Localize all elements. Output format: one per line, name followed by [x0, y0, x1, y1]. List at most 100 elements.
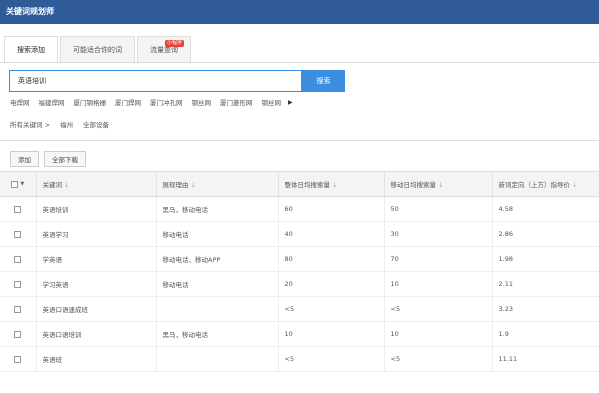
search-button[interactable]: 搜索 — [302, 70, 345, 92]
cell-reason: 移动电话 — [156, 271, 279, 297]
filter-scope[interactable]: 所有关键词 > — [10, 119, 50, 129]
cell-total-searches: 40 — [278, 221, 385, 247]
sort-arrow-icon[interactable]: ↓ — [64, 181, 69, 189]
row-checkbox[interactable] — [14, 355, 22, 363]
cell-reason — [156, 346, 279, 372]
suggestion-link[interactable]: 钢丝网 — [192, 97, 212, 107]
search-bar: 搜索 — [9, 70, 345, 92]
cell-bid-price: 4.58 — [492, 196, 599, 222]
suggestion-link[interactable]: 福建焊网 — [39, 97, 65, 107]
cell-mobile-searches: 70 — [384, 246, 493, 272]
caret-down-icon[interactable]: ▼ — [20, 181, 24, 187]
suggestion-link[interactable]: 厦门冲孔网 — [150, 97, 183, 107]
filter-device[interactable]: 全部设备 — [83, 119, 109, 129]
cell-reason: 黑马，移动电话 — [156, 196, 279, 222]
cell-keyword: 学英语 — [36, 246, 157, 272]
cell-bid-price: 2.86 — [492, 221, 599, 247]
row-checkbox[interactable] — [14, 255, 22, 263]
column-header-reason[interactable]: 展现理由 ↓ — [156, 171, 279, 197]
row-checkbox-cell[interactable] — [0, 346, 37, 372]
row-checkbox-cell[interactable] — [0, 271, 37, 297]
row-checkbox[interactable] — [14, 305, 22, 313]
row-checkbox[interactable] — [14, 280, 22, 288]
cell-mobile-searches: <5 — [384, 296, 493, 322]
sort-arrow-icon[interactable]: ↓ — [332, 181, 337, 189]
table-row: 学英语 移动电话，移动APP 80 70 1.98 — [0, 246, 599, 272]
cell-reason — [156, 296, 279, 322]
table-row: 英语口语速成班 <5 <5 3.23 — [0, 296, 599, 322]
sort-arrow-icon[interactable]: ↓ — [572, 181, 577, 189]
column-header-bid-price[interactable]: 新词定向（上方）指导价 ↓ — [492, 171, 599, 197]
table-row: 学习英语 移动电话 20 10 2.11 — [0, 271, 599, 297]
tab-suggested-words[interactable]: 可能适合你的词 — [60, 36, 135, 62]
table-row: 英语口语培训 黑马，移动电话 10 10 1.9 — [0, 321, 599, 347]
cell-bid-price: 1.98 — [492, 246, 599, 272]
tab-label: 流量查询 — [150, 46, 178, 54]
cell-reason: 移动电话，移动APP — [156, 246, 279, 272]
cell-total-searches: 60 — [278, 196, 385, 222]
row-checkbox-cell[interactable] — [0, 296, 37, 322]
cell-total-searches: 80 — [278, 246, 385, 272]
sort-arrow-icon[interactable]: ↓ — [191, 181, 196, 189]
cell-bid-price: 2.11 — [492, 271, 599, 297]
cell-bid-price: 11.11 — [492, 346, 599, 372]
filter-region[interactable]: 福州 — [60, 119, 73, 129]
row-checkbox-cell[interactable] — [0, 321, 37, 347]
cell-mobile-searches: 10 — [384, 321, 493, 347]
cell-total-searches: 20 — [278, 271, 385, 297]
column-header-mobile-searches[interactable]: 移动日均搜索量 ↓ — [384, 171, 493, 197]
triangle-right-icon[interactable]: ▶ — [288, 99, 293, 106]
row-checkbox-cell[interactable] — [0, 196, 37, 222]
section-divider — [0, 140, 599, 141]
tab-label: 可能适合你的词 — [73, 46, 122, 54]
select-all-cell[interactable]: ▼ — [0, 171, 37, 197]
table-toolbar: 添加 全部下载 — [10, 151, 91, 167]
suggestion-link[interactable]: 钢丝网 — [262, 97, 282, 107]
cell-reason: 移动电话 — [156, 221, 279, 247]
row-checkbox[interactable] — [14, 230, 22, 238]
cell-mobile-searches: 50 — [384, 196, 493, 222]
cell-total-searches: <5 — [278, 346, 385, 372]
cell-total-searches: 10 — [278, 321, 385, 347]
sort-arrow-icon[interactable]: ↓ — [438, 181, 443, 189]
row-checkbox-cell[interactable] — [0, 246, 37, 272]
tab-traffic-query[interactable]: 流量查询 小程序 — [137, 36, 191, 62]
row-checkbox[interactable] — [14, 330, 22, 338]
row-checkbox-cell[interactable] — [0, 221, 37, 247]
cell-keyword: 英语口语培训 — [36, 321, 157, 347]
cell-mobile-searches: 10 — [384, 271, 493, 297]
cell-bid-price: 3.23 — [492, 296, 599, 322]
download-all-button[interactable]: 全部下载 — [44, 151, 86, 167]
table-row: 英语班 <5 <5 11.11 — [0, 346, 599, 372]
tab-search-add[interactable]: 搜索添加 — [4, 36, 58, 62]
cell-mobile-searches: 30 — [384, 221, 493, 247]
tab-underline — [0, 62, 599, 63]
add-button[interactable]: 添加 — [10, 151, 39, 167]
table-row: 英语学习 移动电话 40 30 2.86 — [0, 221, 599, 247]
cell-total-searches: <5 — [278, 296, 385, 322]
row-checkbox[interactable] — [14, 205, 22, 213]
cell-keyword: 英语学习 — [36, 221, 157, 247]
column-header-keyword[interactable]: 关键词 ↓ — [36, 171, 157, 197]
suggestion-link[interactable]: 电焊网 — [10, 97, 30, 107]
suggestion-link[interactable]: 厦门钢格栅 — [74, 97, 107, 107]
cell-keyword: 学习英语 — [36, 271, 157, 297]
cell-reason: 黑马，移动电话 — [156, 321, 279, 347]
app-title: 关键词规划师 — [6, 7, 54, 16]
tab-strip: 搜索添加 可能适合你的词 流量查询 小程序 — [4, 36, 193, 62]
filter-bar: 所有关键词 > 福州 全部设备 — [10, 119, 119, 129]
cell-keyword: 英语班 — [36, 346, 157, 372]
select-all-checkbox[interactable] — [11, 180, 19, 188]
keyword-suggestions: 电焊网 福建焊网 厦门钢格栅 厦门焊网 厦门冲孔网 钢丝网 厦门菱形网 钢丝网 … — [10, 96, 293, 108]
keyword-table: ▼ 关键词 ↓ 展现理由 ↓ 整体日均搜索量 ↓ 移动日均搜索量 ↓ 新词定向（上方）指… — [0, 171, 599, 372]
column-header-total-searches[interactable]: 整体日均搜索量 ↓ — [278, 171, 385, 197]
cell-keyword: 英语培训 — [36, 196, 157, 222]
suggestion-link[interactable]: 厦门菱形网 — [220, 97, 253, 107]
new-badge: 小程序 — [164, 40, 184, 47]
cell-bid-price: 1.9 — [492, 321, 599, 347]
table-header-row: ▼ 关键词 ↓ 展现理由 ↓ 整体日均搜索量 ↓ 移动日均搜索量 ↓ 新词定向（上方）指… — [0, 171, 599, 197]
search-input[interactable] — [9, 70, 302, 92]
tab-label: 搜索添加 — [17, 46, 45, 54]
cell-keyword: 英语口语速成班 — [36, 296, 157, 322]
suggestion-link[interactable]: 厦门焊网 — [115, 97, 141, 107]
